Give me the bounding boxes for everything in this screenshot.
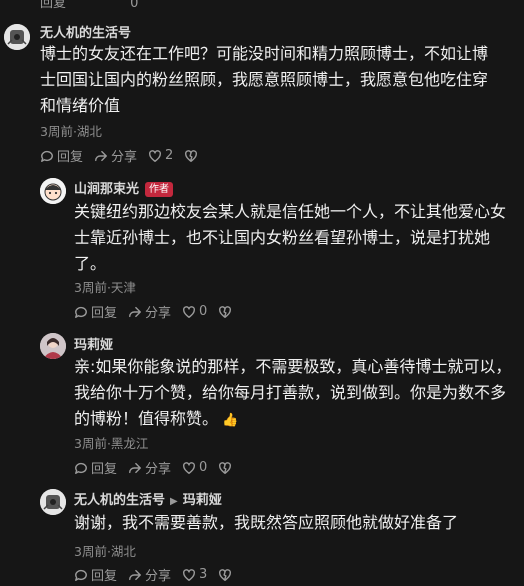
like-count: 2 (165, 148, 174, 163)
heart-icon (149, 149, 161, 162)
share-arrow-icon (129, 569, 141, 580)
comment-meta: 3周前·黑龙江 (74, 436, 149, 451)
comment-actions: 回复 分享 0 (74, 458, 232, 477)
partial-actions-row: 回复 0 (40, 0, 138, 11)
comment-text: 关键纽约那边校友会某人就是信任她一个人，不让其他爱心女士靠近孙博士，也不让国内女… (74, 202, 507, 273)
share-arrow-icon (129, 462, 141, 473)
dislike-button[interactable] (218, 461, 232, 475)
author-badge: 作者 (145, 182, 174, 197)
cartoon-avatar-icon (40, 178, 66, 204)
speech-bubble-icon (75, 569, 87, 581)
reply-button[interactable]: 回复 (74, 565, 117, 584)
username[interactable]: 山涧那束光 作者 (74, 178, 174, 197)
dislike-button[interactable] (218, 305, 232, 319)
username[interactable]: 无人机的生活号 (40, 22, 131, 41)
heart-icon (183, 568, 195, 581)
like-count: 3 (199, 567, 208, 582)
share-button[interactable]: 分享 (128, 302, 171, 321)
comment-text: 博士的女友还在工作吧？可能没时间和精力照顾博士，不如让博士回国让国内的粉丝照顾，… (40, 44, 489, 115)
username-text: 山涧那束光 (74, 182, 140, 197)
share-button[interactable]: 分享 (128, 565, 171, 584)
username[interactable]: 玛莉娅 (74, 334, 113, 353)
speech-bubble-icon (75, 306, 87, 318)
comment-meta: 3周前·湖北 (40, 124, 102, 139)
share-arrow-icon (129, 306, 141, 317)
comment-actions: 回复 分享 2 (40, 146, 198, 165)
broken-heart-icon (219, 461, 232, 474)
share-label: 分享 (145, 569, 172, 584)
comment-text: 亲:如果你能象说的那样，不需要极致，真心善待博士就可以，我给你十万个赞，给你每月… (74, 354, 514, 434)
heart-icon (183, 461, 195, 474)
reply-to-arrow-icon: ▶ (170, 496, 178, 507)
like-button[interactable]: 0 (182, 304, 207, 319)
like-button[interactable]: 0 (182, 460, 207, 475)
like-count[interactable]: 0 (130, 0, 138, 11)
reply-button[interactable]: 回复 (40, 146, 83, 165)
comment-meta: 3周前·天津 (74, 280, 136, 295)
share-label: 分享 (145, 462, 172, 477)
portrait-avatar-icon (40, 333, 66, 359)
reply-to-username[interactable]: 玛莉娅 (183, 493, 222, 508)
share-label: 分享 (111, 150, 138, 165)
like-button[interactable]: 3 (182, 567, 207, 582)
broken-heart-icon (219, 305, 232, 318)
reply-label: 回复 (91, 569, 118, 584)
comment-actions: 回复 分享 3 (74, 565, 232, 584)
username[interactable]: 无人机的生活号 ▶ 玛莉娅 (74, 489, 222, 508)
avatar[interactable] (40, 178, 66, 204)
like-count: 0 (199, 304, 208, 319)
reply-button[interactable]: 回复 (74, 302, 117, 321)
dislike-button[interactable] (218, 568, 232, 582)
comment-actions: 回复 分享 0 (74, 302, 232, 321)
broken-heart-icon (219, 568, 232, 581)
comment-text-body: 亲:如果你能象说的那样，不需要极致，真心善待博士就可以，我给你十万个赞，给你每月… (74, 357, 512, 428)
heart-icon (183, 305, 195, 318)
like-count: 0 (199, 460, 208, 475)
reply-button[interactable]: 回复 (74, 458, 117, 477)
share-label: 分享 (145, 306, 172, 321)
speech-bubble-icon (75, 462, 87, 474)
comment-meta: 3周前·湖北 (74, 544, 136, 559)
reply-label: 回复 (57, 150, 84, 165)
username-text: 无人机的生活号 (74, 493, 166, 508)
avatar[interactable] (4, 24, 30, 50)
avatar[interactable] (40, 489, 66, 515)
share-button[interactable]: 分享 (94, 146, 137, 165)
comment-text: 谢谢，我不需要善款，我既然答应照顾他就做好准备了 (74, 513, 459, 532)
drone-avatar-icon (4, 24, 30, 50)
dislike-button[interactable] (184, 149, 198, 163)
share-arrow-icon (95, 150, 107, 161)
like-button[interactable]: 2 (148, 148, 173, 163)
thumbs-up-icon: 👍 (222, 413, 239, 428)
broken-heart-icon (185, 149, 198, 162)
drone-avatar-icon (40, 489, 66, 515)
speech-bubble-icon (41, 150, 53, 162)
avatar[interactable] (40, 333, 66, 359)
reply-label: 回复 (91, 306, 118, 321)
share-button[interactable]: 分享 (128, 458, 171, 477)
reply-label: 回复 (91, 462, 118, 477)
reply-label[interactable]: 回复 (40, 0, 66, 11)
